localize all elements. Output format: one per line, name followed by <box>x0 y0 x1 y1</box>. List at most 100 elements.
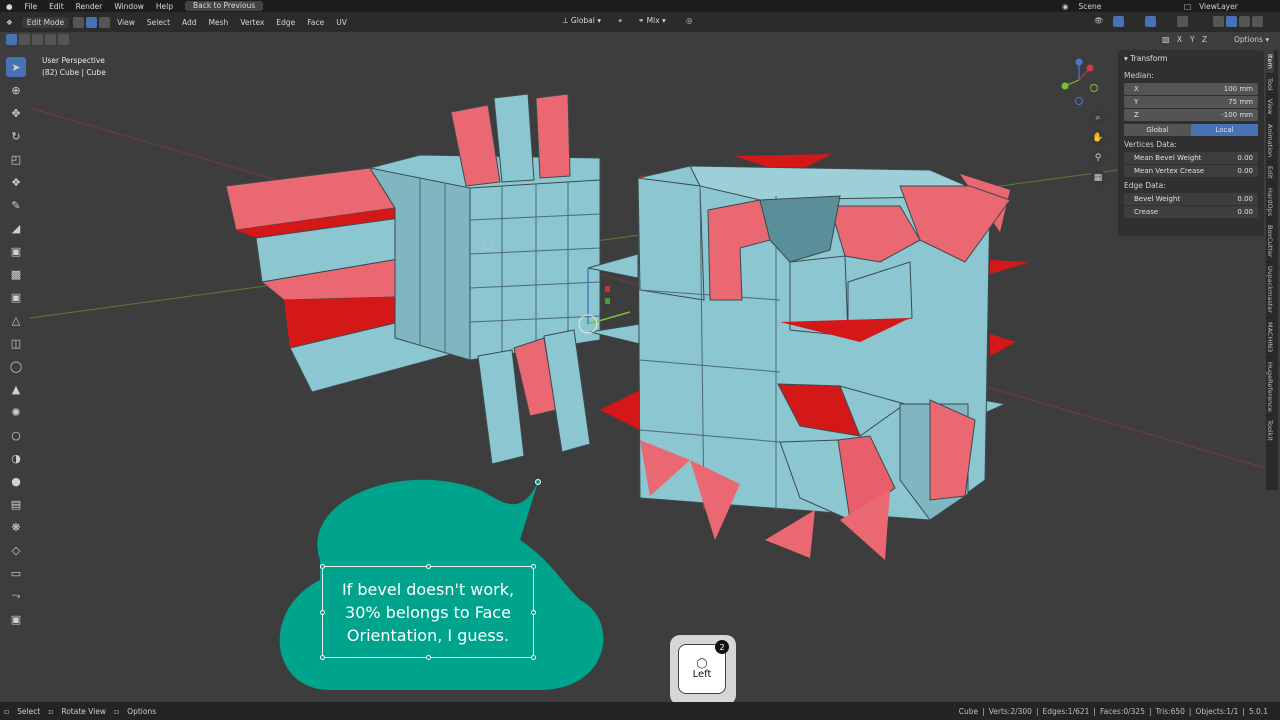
mouse-left-icon: ▫ <box>4 706 10 716</box>
viewport-scene[interactable] <box>0 0 1280 720</box>
panel-title: Transform <box>1130 54 1168 63</box>
z-value: -100 mm <box>1221 111 1253 119</box>
stat-version: 5.0.1 <box>1248 706 1268 716</box>
global-local-toggle: Global Local <box>1124 124 1258 136</box>
add-cube-tool-icon[interactable]: ▣ <box>6 241 26 261</box>
global-button[interactable]: Global <box>1124 124 1191 136</box>
loop-cut-tool-icon[interactable]: ◫ <box>6 333 26 353</box>
bevel-tool-icon[interactable]: △ <box>6 310 26 330</box>
tab-machin3[interactable]: MACHIN3 <box>1266 318 1274 358</box>
resize-handle <box>320 655 325 660</box>
tab-item[interactable]: Item <box>1266 50 1274 74</box>
tab-view[interactable]: View <box>1266 95 1274 120</box>
spin-tool-icon[interactable]: ✺ <box>6 402 26 422</box>
median-y-field[interactable]: Y 75 mm <box>1124 96 1258 108</box>
hardops-tool-icon[interactable]: ▭ <box>6 563 26 583</box>
mean-bevel-weight-field[interactable]: Mean Bevel Weight 0.00 <box>1124 152 1258 164</box>
left-mesh-object <box>225 93 601 465</box>
resize-handle <box>320 610 325 615</box>
status-options: Options <box>127 706 157 716</box>
bevel-weight-value: 0.00 <box>1237 195 1253 203</box>
rip-tool-icon[interactable]: ❋ <box>6 517 26 537</box>
sidebar-tabs: Item Tool View Animation Edit HardOps Bo… <box>1266 50 1278 490</box>
image-tool-icon[interactable]: ▣ <box>6 609 26 629</box>
right-mesh-object <box>578 154 1030 560</box>
resize-handle <box>531 655 536 660</box>
smooth-tool-icon[interactable]: ○ <box>6 425 26 445</box>
vertices-data-label: Vertices Data: <box>1124 140 1177 149</box>
caption-line-1: If bevel doesn't work, <box>341 579 515 599</box>
perspective-label: User Perspective <box>42 56 105 65</box>
mean-bevel-weight-label: Mean Bevel Weight <box>1134 154 1202 162</box>
stat-edges: Edges:1/621 <box>1042 706 1090 716</box>
stat-tris: Tris:650 <box>1155 706 1185 716</box>
caption-line-3: Orientation, I guess. <box>346 625 510 645</box>
z-label: Z <box>1134 111 1139 119</box>
select-box-tool-icon[interactable]: ➤ <box>6 57 26 77</box>
hand-pan-icon[interactable]: ✋ <box>1090 130 1106 146</box>
scale-tool-icon[interactable]: ◰ <box>6 149 26 169</box>
object-info-label: (82) Cube | Cube <box>42 68 106 77</box>
mean-bevel-weight-value: 0.00 <box>1237 154 1253 162</box>
edge-slide-tool-icon[interactable]: ◑ <box>6 448 26 468</box>
cursor-tool-icon[interactable]: ⊕ <box>6 80 26 100</box>
poly-build-tool-icon[interactable]: ▲ <box>6 379 26 399</box>
tab-toolkit[interactable]: Toolkit <box>1266 416 1274 447</box>
bevel-weight-label: Bevel Weight <box>1134 195 1181 203</box>
mouse-middle-icon: ▫ <box>48 706 54 716</box>
x-value: 100 mm <box>1223 85 1253 93</box>
status-select: Select <box>17 706 41 716</box>
median-label: Median: <box>1124 71 1154 80</box>
transform-tool-icon[interactable]: ❖ <box>6 172 26 192</box>
resize-handle <box>426 655 431 660</box>
boxcutter-tool-icon[interactable]: ◇ <box>6 540 26 560</box>
tab-uvpackmaster[interactable]: Uvpackmaster <box>1266 262 1274 319</box>
caption-text-box: If bevel doesn't work, 30% belongs to Fa… <box>320 564 536 660</box>
tab-hugereference[interactable]: HugeReference <box>1266 358 1274 417</box>
local-button[interactable]: Local <box>1191 124 1258 136</box>
resize-handle <box>320 564 325 569</box>
tab-tool[interactable]: Tool <box>1266 74 1274 96</box>
median-z-field[interactable]: Z -100 mm <box>1124 109 1258 121</box>
inset-tool-icon[interactable]: ▣ <box>6 287 26 307</box>
navigation-gizmo[interactable] <box>1061 58 1098 105</box>
tool-shelf: ➤ ⊕ ✥ ↻ ◰ ❖ ✎ ◢ ▣ ▩ ▣ △ ◫ ◯ ▲ ✺ ○ ◑ ● ▤ … <box>4 54 30 684</box>
key-press-overlay: ◯ Left 2 <box>670 635 736 705</box>
click-count-badge: 2 <box>715 640 729 654</box>
crease-value: 0.00 <box>1237 208 1253 216</box>
caption-line-2: 30% belongs to Face <box>345 602 511 622</box>
mouse-icon: ◯ <box>696 658 708 669</box>
median-x-field[interactable]: X 100 mm <box>1124 83 1258 95</box>
tab-hardops[interactable]: HardOps <box>1266 184 1274 221</box>
zoom-icon[interactable]: ⌕ <box>1090 110 1106 126</box>
mean-vertex-crease-field[interactable]: Mean Vertex Crease 0.00 <box>1124 165 1258 177</box>
grid-perspective-icon[interactable]: ▦ <box>1090 170 1106 186</box>
extrude-tool-icon[interactable]: ▩ <box>6 264 26 284</box>
rotate-tool-icon[interactable]: ↻ <box>6 126 26 146</box>
panel-header[interactable]: ▾ Transform <box>1124 54 1258 63</box>
camera-view-icon[interactable]: ⚲ <box>1090 150 1106 166</box>
crease-label: Crease <box>1134 208 1159 216</box>
stat-object: Cube <box>958 706 979 716</box>
shrink-tool-icon[interactable]: ● <box>6 471 26 491</box>
mouse-right-icon: ▫ <box>114 706 120 716</box>
tab-edit[interactable]: Edit <box>1266 162 1274 184</box>
stat-verts: Verts:2/300 <box>988 706 1032 716</box>
measure-tool-icon[interactable]: ◢ <box>6 218 26 238</box>
knife-tool-icon[interactable]: ◯ <box>6 356 26 376</box>
viewport-info: User Perspective (82) Cube | Cube <box>42 55 106 79</box>
scene-statistics: Cube | Verts:2/300 | Edges:1/621 | Faces:0/… <box>955 702 1272 720</box>
stat-objects: Objects:1/1 <box>1195 706 1239 716</box>
tab-animation[interactable]: Animation <box>1266 120 1274 163</box>
mean-vertex-crease-label: Mean Vertex Crease <box>1134 167 1205 175</box>
shear-tool-icon[interactable]: ▤ <box>6 494 26 514</box>
annotate-tool-icon[interactable]: ✎ <box>6 195 26 215</box>
crease-field[interactable]: Crease 0.00 <box>1124 206 1258 218</box>
move-tool-icon[interactable]: ✥ <box>6 103 26 123</box>
tab-boxcutter[interactable]: BoxCutter <box>1266 221 1274 263</box>
bevel-weight-field[interactable]: Bevel Weight 0.00 <box>1124 193 1258 205</box>
status-bar: ▫ Select ▫ Rotate View ▫ Options Cube | V… <box>0 702 1280 720</box>
y-value: 75 mm <box>1228 98 1253 106</box>
curve-tool-icon[interactable]: ⤳ <box>6 586 26 606</box>
resize-handle <box>426 564 431 569</box>
